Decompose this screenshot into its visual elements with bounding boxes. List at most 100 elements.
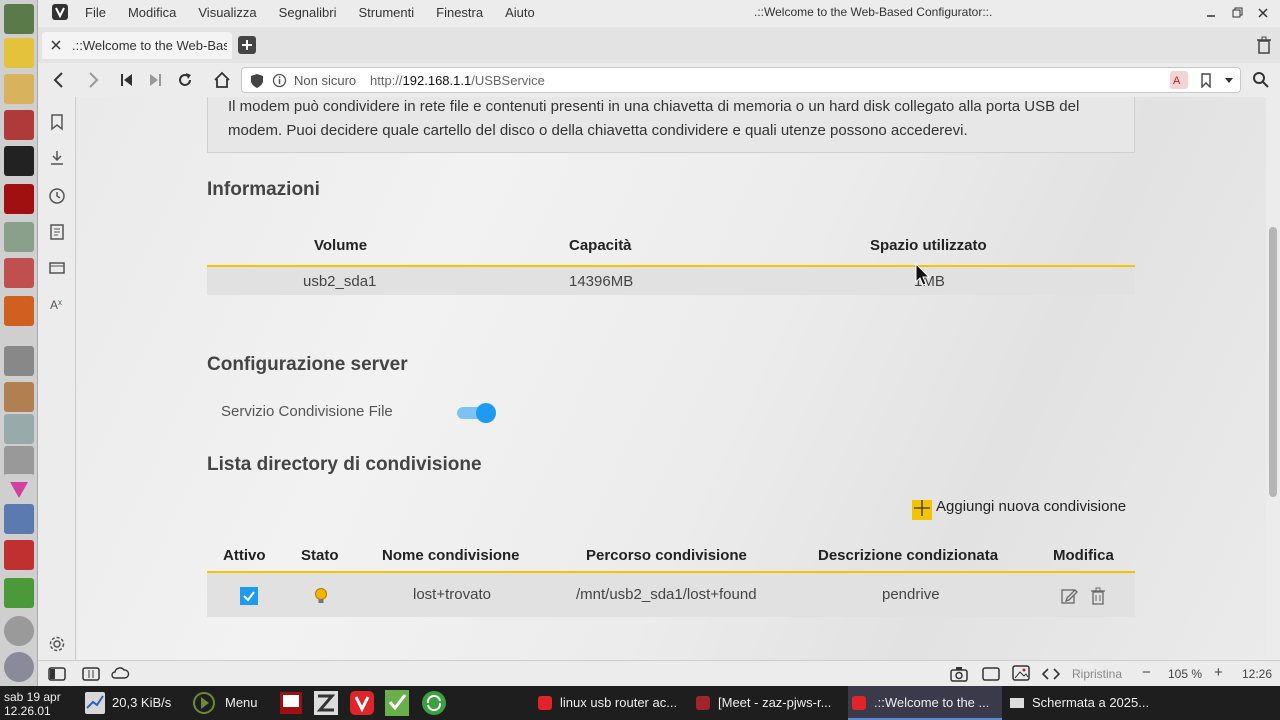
window-panel-icon[interactable] — [48, 259, 66, 277]
scrollbar-thumb[interactable] — [1269, 227, 1277, 497]
cloud-sync-icon[interactable] — [110, 666, 130, 680]
menu-finestra[interactable]: Finestra — [436, 5, 483, 20]
microphone-icon[interactable] — [4, 414, 34, 444]
clipboard-icon[interactable] — [4, 382, 34, 412]
share-list-title: Lista directory di condivisione — [207, 454, 482, 475]
sync-app-icon[interactable] — [420, 686, 448, 720]
header-active: Attivo — [223, 547, 266, 564]
vivaldi-logo-icon[interactable] — [52, 4, 68, 20]
info-icon[interactable] — [272, 73, 287, 88]
vivaldi-launcher-icon[interactable] — [348, 686, 376, 720]
bookmarks-panel-icon[interactable] — [48, 113, 66, 131]
file-sharing-toggle[interactable] — [456, 402, 498, 424]
new-tab-icon[interactable] — [238, 36, 256, 54]
zoom-out-button[interactable]: − — [1142, 664, 1151, 681]
pencil-icon[interactable] — [4, 38, 34, 68]
zoom-level: 105 % — [1168, 667, 1203, 681]
header-edit: Modifica — [1053, 547, 1114, 564]
notes-panel-icon[interactable] — [48, 223, 66, 241]
screen-icon[interactable] — [4, 346, 34, 376]
settings-gear-icon[interactable] — [48, 635, 66, 653]
triangle-app-icon[interactable] — [4, 474, 34, 504]
active-checkbox[interactable] — [240, 587, 258, 605]
svg-text:A: A — [50, 298, 58, 312]
start-menu-button[interactable]: Menu — [225, 686, 258, 720]
tab-close-icon[interactable] — [50, 39, 62, 51]
tiling-icon[interactable] — [82, 667, 100, 681]
bookmark-icon[interactable] — [1200, 73, 1212, 88]
task-configurator-active[interactable]: .::Welcome to the ... — [848, 686, 1002, 720]
back-icon[interactable] — [50, 71, 68, 89]
downloads-panel-icon[interactable] — [48, 149, 66, 167]
edit-icon[interactable] — [1060, 587, 1078, 605]
shield-icon[interactable] — [250, 73, 264, 89]
package-icon[interactable] — [4, 258, 34, 288]
forward-icon[interactable] — [84, 71, 102, 89]
translate-icon[interactable]: A — [1170, 71, 1188, 89]
vivaldi-task-icon — [696, 696, 710, 710]
code-icon[interactable] — [1042, 666, 1060, 682]
rewind-icon[interactable] — [118, 71, 136, 89]
network-monitor-icon[interactable] — [82, 686, 108, 720]
menu-visualizza[interactable]: Visualizza — [198, 5, 256, 20]
trash-icon[interactable] — [1256, 36, 1272, 54]
app-launcher-icon[interactable] — [312, 686, 340, 720]
task-screenshot[interactable]: Schermata a 2025... — [1006, 686, 1176, 720]
minimize-icon[interactable] — [1204, 6, 1218, 20]
navigation-bar: Non sicuro http://192.168.1.1/USBService… — [38, 63, 1280, 97]
address-bar[interactable]: Non sicuro http://192.168.1.1/USBService… — [241, 67, 1241, 93]
taskbar-clock[interactable]: sab 19 apr 12.26.01 — [4, 686, 61, 720]
calculator-icon[interactable] — [4, 4, 34, 34]
page-actions-icon[interactable] — [982, 667, 1000, 681]
broom-icon[interactable] — [4, 74, 34, 104]
globe-icon[interactable] — [4, 616, 34, 646]
tab-bar: .::Welcome to the Web-Based Configurator… — [38, 27, 1280, 63]
download-icon[interactable] — [4, 578, 34, 608]
check-app-icon[interactable] — [382, 686, 412, 720]
image-icon[interactable] — [1012, 665, 1030, 681]
camera-icon[interactable] — [950, 666, 968, 682]
menu-aiuto[interactable]: Aiuto — [505, 5, 535, 20]
url-text[interactable]: http://192.168.1.1/USBService — [370, 73, 545, 88]
tab-title: .::Welcome to the Web-Based Configurator… — [72, 38, 227, 53]
history-panel-icon[interactable] — [48, 187, 66, 205]
mouse-cursor-icon — [915, 263, 931, 287]
globe-2-icon[interactable] — [4, 652, 34, 682]
task-meet[interactable]: [Meet - zaz-pjws-r... — [692, 686, 848, 720]
chart-app-icon[interactable] — [4, 110, 34, 140]
dropdown-icon[interactable] — [1224, 77, 1234, 85]
fast-forward-icon[interactable] — [146, 71, 164, 89]
header-description: Descrizione condizionata — [818, 547, 999, 564]
pencils-icon[interactable] — [4, 540, 34, 570]
clock: 12:26 — [1242, 667, 1273, 681]
menu-strumenti[interactable]: Strumenti — [359, 5, 415, 20]
crayons-icon[interactable] — [4, 296, 34, 326]
tab-configurator[interactable]: .::Welcome to the Web-Based Configurator… — [42, 32, 232, 59]
reload-icon[interactable] — [176, 71, 194, 89]
menu-file[interactable]: File — [85, 5, 106, 20]
speaker-icon[interactable] — [4, 446, 34, 476]
terminal-icon[interactable] — [4, 146, 34, 176]
menu-icon[interactable] — [190, 686, 218, 720]
panel-toggle-icon[interactable] — [48, 667, 66, 681]
delete-icon[interactable] — [1090, 587, 1106, 605]
translate-panel-icon[interactable]: Ax — [48, 295, 66, 313]
taskbar-date: sab 19 apr — [4, 690, 61, 704]
zoom-in-button[interactable]: + — [1214, 664, 1223, 681]
zoom-reset-button[interactable]: Ripristina — [1072, 667, 1122, 681]
page-scrollbar[interactable] — [1266, 97, 1280, 660]
file-sharing-label: Servizio Condivisione File — [221, 403, 393, 420]
svg-text:x: x — [58, 298, 62, 307]
terminal-red-icon[interactable] — [4, 184, 34, 214]
task-linux-usb[interactable]: linux usb router ac... — [534, 686, 692, 720]
restore-icon[interactable] — [1230, 6, 1244, 20]
menu-modifica[interactable]: Modifica — [128, 5, 176, 20]
home-icon[interactable] — [213, 71, 231, 89]
menu-segnalibri[interactable]: Segnalibri — [279, 5, 337, 20]
table-row: usb2_sda1 14396MB 1MB — [207, 267, 1135, 295]
network-icon[interactable] — [4, 504, 34, 534]
search-icon[interactable] — [1252, 71, 1270, 89]
close-icon[interactable] — [1256, 6, 1270, 20]
disk-icon[interactable] — [4, 222, 34, 252]
terminal-launcher-icon[interactable] — [278, 686, 304, 720]
